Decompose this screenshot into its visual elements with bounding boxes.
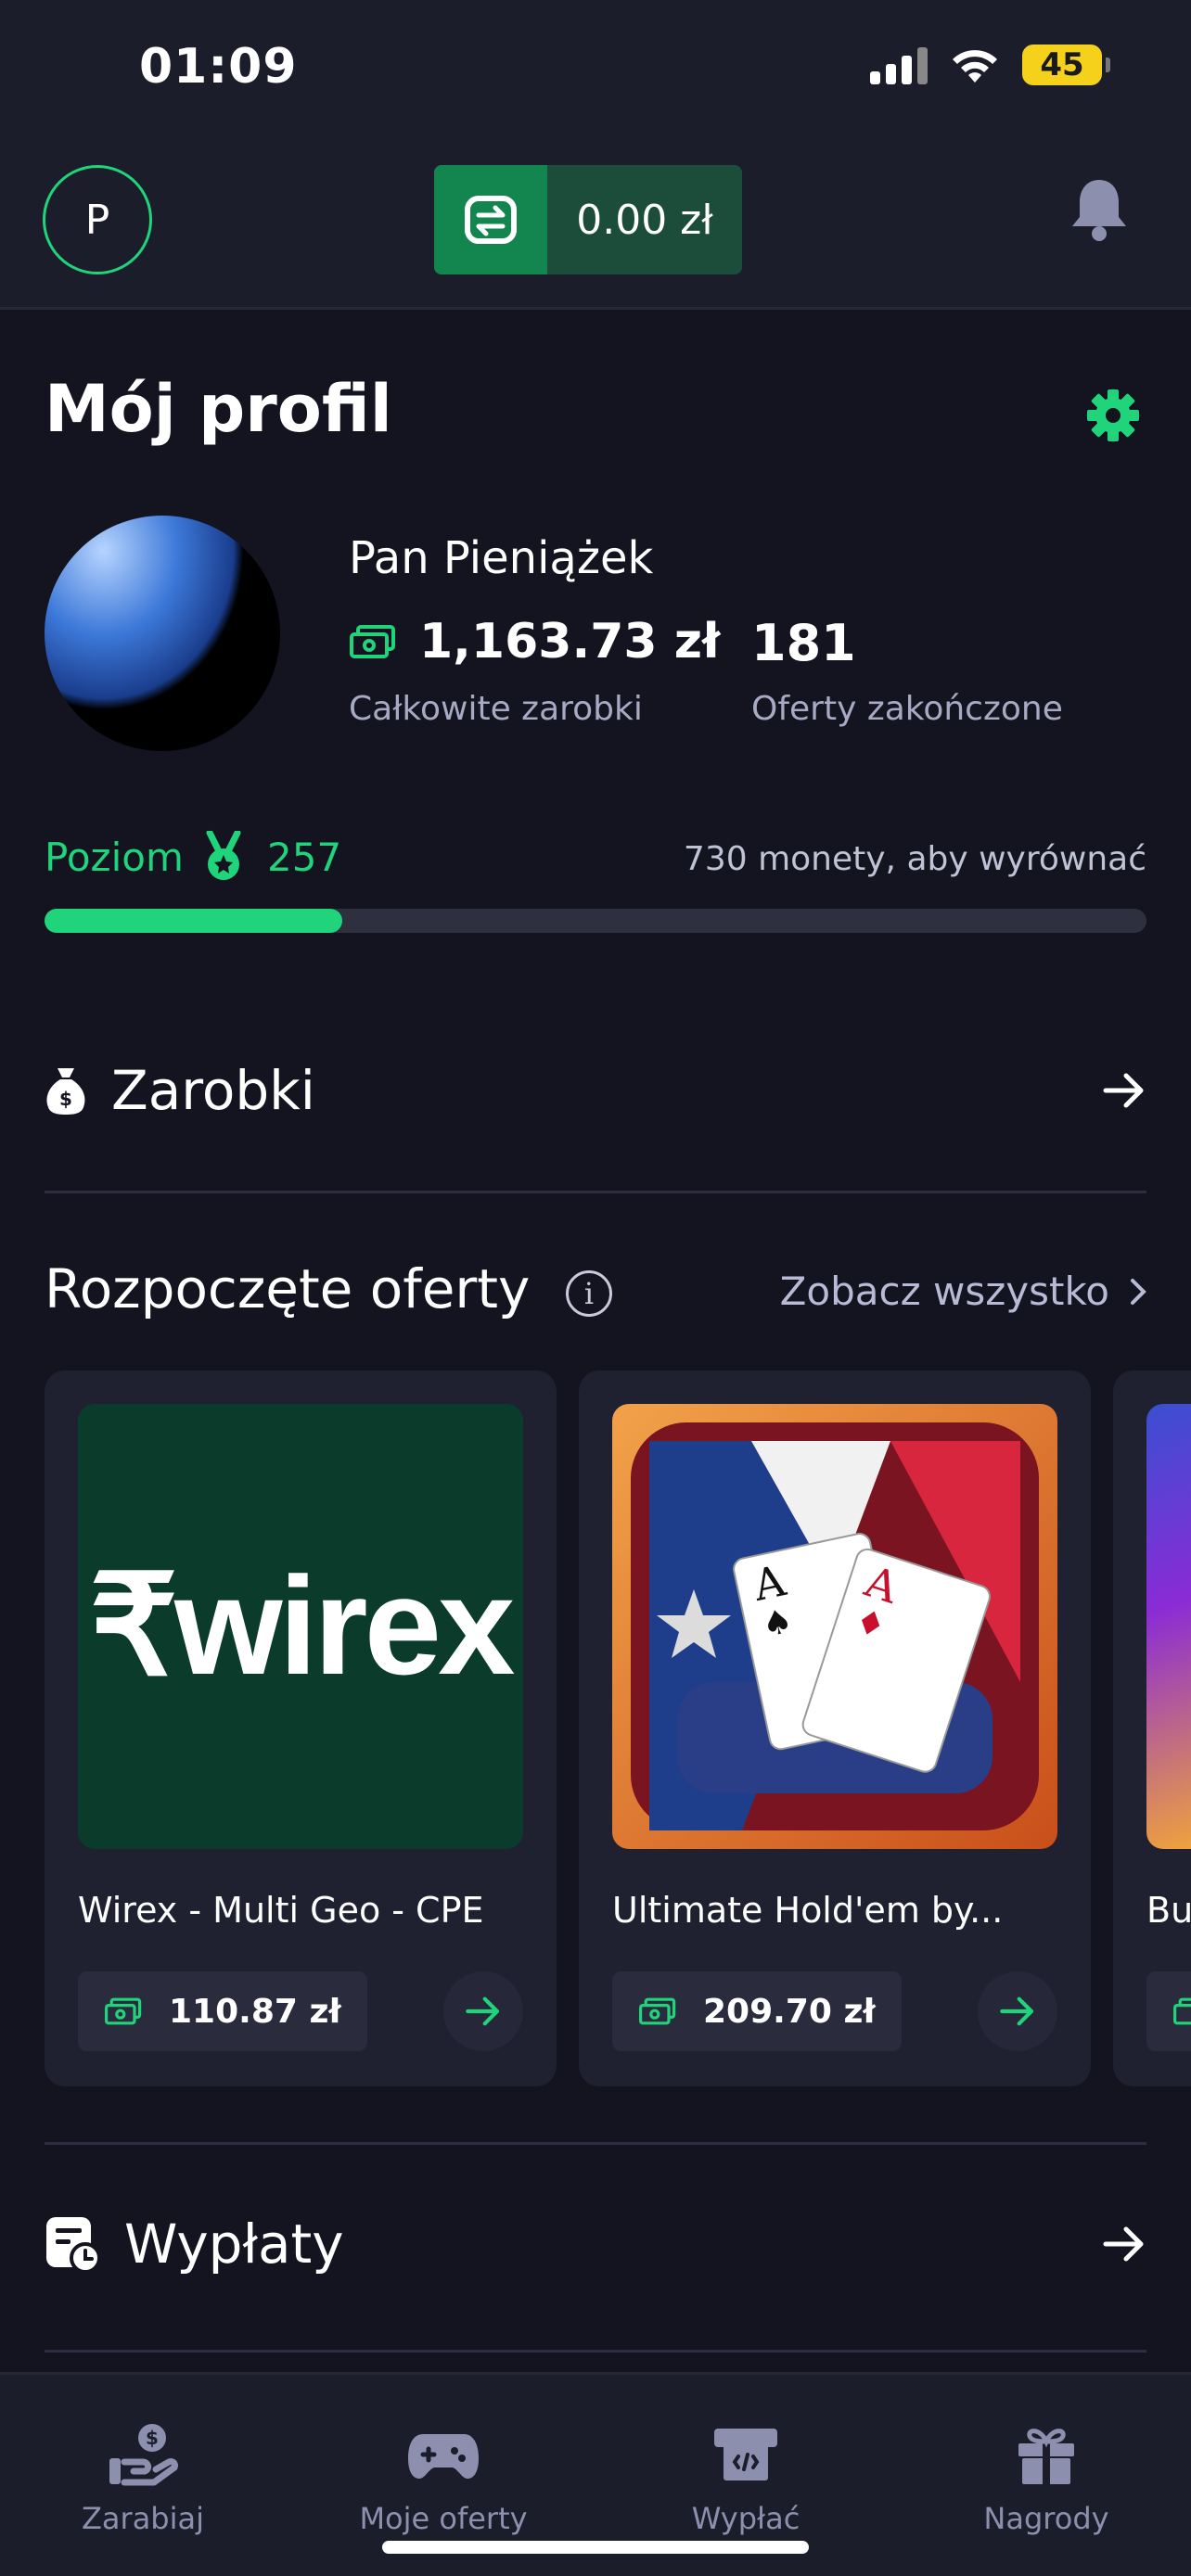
status-time: 01:09 [139, 39, 298, 95]
chevron-right-icon [1131, 1278, 1146, 1305]
cash-icon [105, 1997, 142, 2025]
status-icons: 45 [870, 45, 1110, 85]
svg-text:$: $ [146, 2427, 159, 2449]
cash-icon [1173, 1997, 1191, 2025]
avatar[interactable]: P [43, 165, 152, 274]
balance-button[interactable]: 0.00 zł [434, 165, 742, 274]
offer-card[interactable]: A ♠ A ♦ Ultimate Hold'em by... 209.70 zł [579, 1371, 1091, 2086]
arrow-right-icon [1103, 1073, 1144, 1108]
nav-item-my-offers[interactable]: Moje oferty [323, 2421, 564, 2536]
started-offers-title: Rozpoczęte oferty [45, 1257, 531, 1320]
earnings-value: 1,163.73 zł [419, 614, 721, 670]
earnings-link-label: Zarobki [111, 1059, 315, 1122]
arrow-right-icon [1000, 1996, 1034, 2026]
level-progress-bar [45, 909, 1146, 933]
wallet-swap-icon [434, 165, 547, 274]
profile-name: Pan Pieniążek [349, 532, 654, 584]
level-progress-fill [45, 909, 342, 933]
top-bar: 01:09 45 P 0.00 zł [0, 0, 1191, 310]
offer-image-poker: A ♠ A ♦ [612, 1404, 1057, 1849]
hand-coin-icon: $ [109, 2424, 178, 2486]
nav-label: Moje oferty [359, 2501, 528, 2536]
offer-title: Ultimate Hold'em by... [612, 1890, 1004, 1931]
offer-card[interactable]: ₹wirex Wirex - Multi Geo - CPE 110.87 zł [45, 1371, 557, 2086]
offer-price-value: 110.87 zł [169, 1992, 341, 2031]
divider [45, 2350, 1146, 2353]
info-icon[interactable]: i [566, 1270, 612, 1317]
completed-offers-value: 181 [751, 614, 856, 672]
withdraw-icon [714, 2429, 777, 2480]
level-value: 257 [267, 835, 342, 880]
cash-icon [350, 625, 395, 658]
divider [45, 2142, 1146, 2145]
profile-photo[interactable] [45, 516, 280, 751]
arrow-right-icon [466, 1996, 500, 2026]
wifi-icon [953, 50, 997, 83]
receipt-clock-icon [46, 2217, 100, 2273]
page-title: Mój profil [45, 371, 392, 447]
gamepad-icon [408, 2434, 479, 2479]
see-all-link[interactable]: Zobacz wszystko [780, 1269, 1146, 1314]
nav-label: Wypłać [691, 2501, 800, 2536]
nav-label: Nagrody [983, 2501, 1109, 2536]
nav-label: Zarabiaj [82, 2501, 204, 2536]
offer-title: Wirex - Multi Geo - CPE [78, 1890, 484, 1931]
offer-go-button[interactable] [443, 1971, 523, 2051]
offer-image [1146, 1404, 1191, 1849]
arrow-right-icon [1103, 2226, 1144, 2262]
earnings-link[interactable]: $ Zarobki [45, 1059, 1146, 1122]
offer-go-button[interactable] [978, 1971, 1057, 2051]
nav-item-withdraw[interactable]: Wypłać [625, 2421, 866, 2536]
cash-icon [639, 1997, 676, 2025]
payouts-link-label: Wypłaty [124, 2213, 344, 2276]
level-hint: 730 monety, aby wyrównać [683, 840, 1146, 878]
offer-price-value: 209.70 zł [703, 1992, 876, 2031]
level-row: Poziom 257 730 monety, aby wyrównać [45, 831, 1146, 886]
total-earnings: 1,163.73 zł [349, 614, 720, 670]
cellular-signal-icon [870, 45, 928, 84]
payouts-link[interactable]: Wypłaty [45, 2213, 1146, 2276]
balance-value: 0.00 zł [576, 196, 713, 244]
completed-offers-label: Oferty zakończone [751, 690, 1063, 728]
earnings-label: Całkowite zarobki [349, 690, 643, 728]
battery-indicator: 45 [1022, 45, 1110, 85]
see-all-label: Zobacz wszystko [779, 1269, 1109, 1314]
nav-item-rewards[interactable]: Nagrody [926, 2421, 1167, 2536]
gift-icon [1018, 2429, 1074, 2484]
home-indicator [382, 2541, 809, 2554]
money-bag-icon: $ [46, 1068, 85, 1115]
offer-image-wirex: ₹wirex [78, 1404, 523, 1849]
offer-price: 209.70 zł [612, 1971, 902, 2051]
offer-price [1146, 1971, 1191, 2051]
settings-gear-icon[interactable] [1085, 388, 1141, 443]
nav-item-earn[interactable]: $ Zarabiaj [22, 2421, 263, 2536]
level-label: Poziom [45, 835, 184, 880]
medal-icon [206, 831, 241, 880]
offer-title: Bu [1146, 1890, 1191, 1931]
svg-text:$: $ [59, 1088, 72, 1110]
wirex-logo: ₹wirex [89, 1548, 515, 1703]
bell-icon[interactable] [1069, 176, 1130, 243]
offer-price: 110.87 zł [78, 1971, 367, 2051]
divider [45, 1191, 1146, 1193]
offer-card[interactable]: Bu [1113, 1371, 1191, 2086]
